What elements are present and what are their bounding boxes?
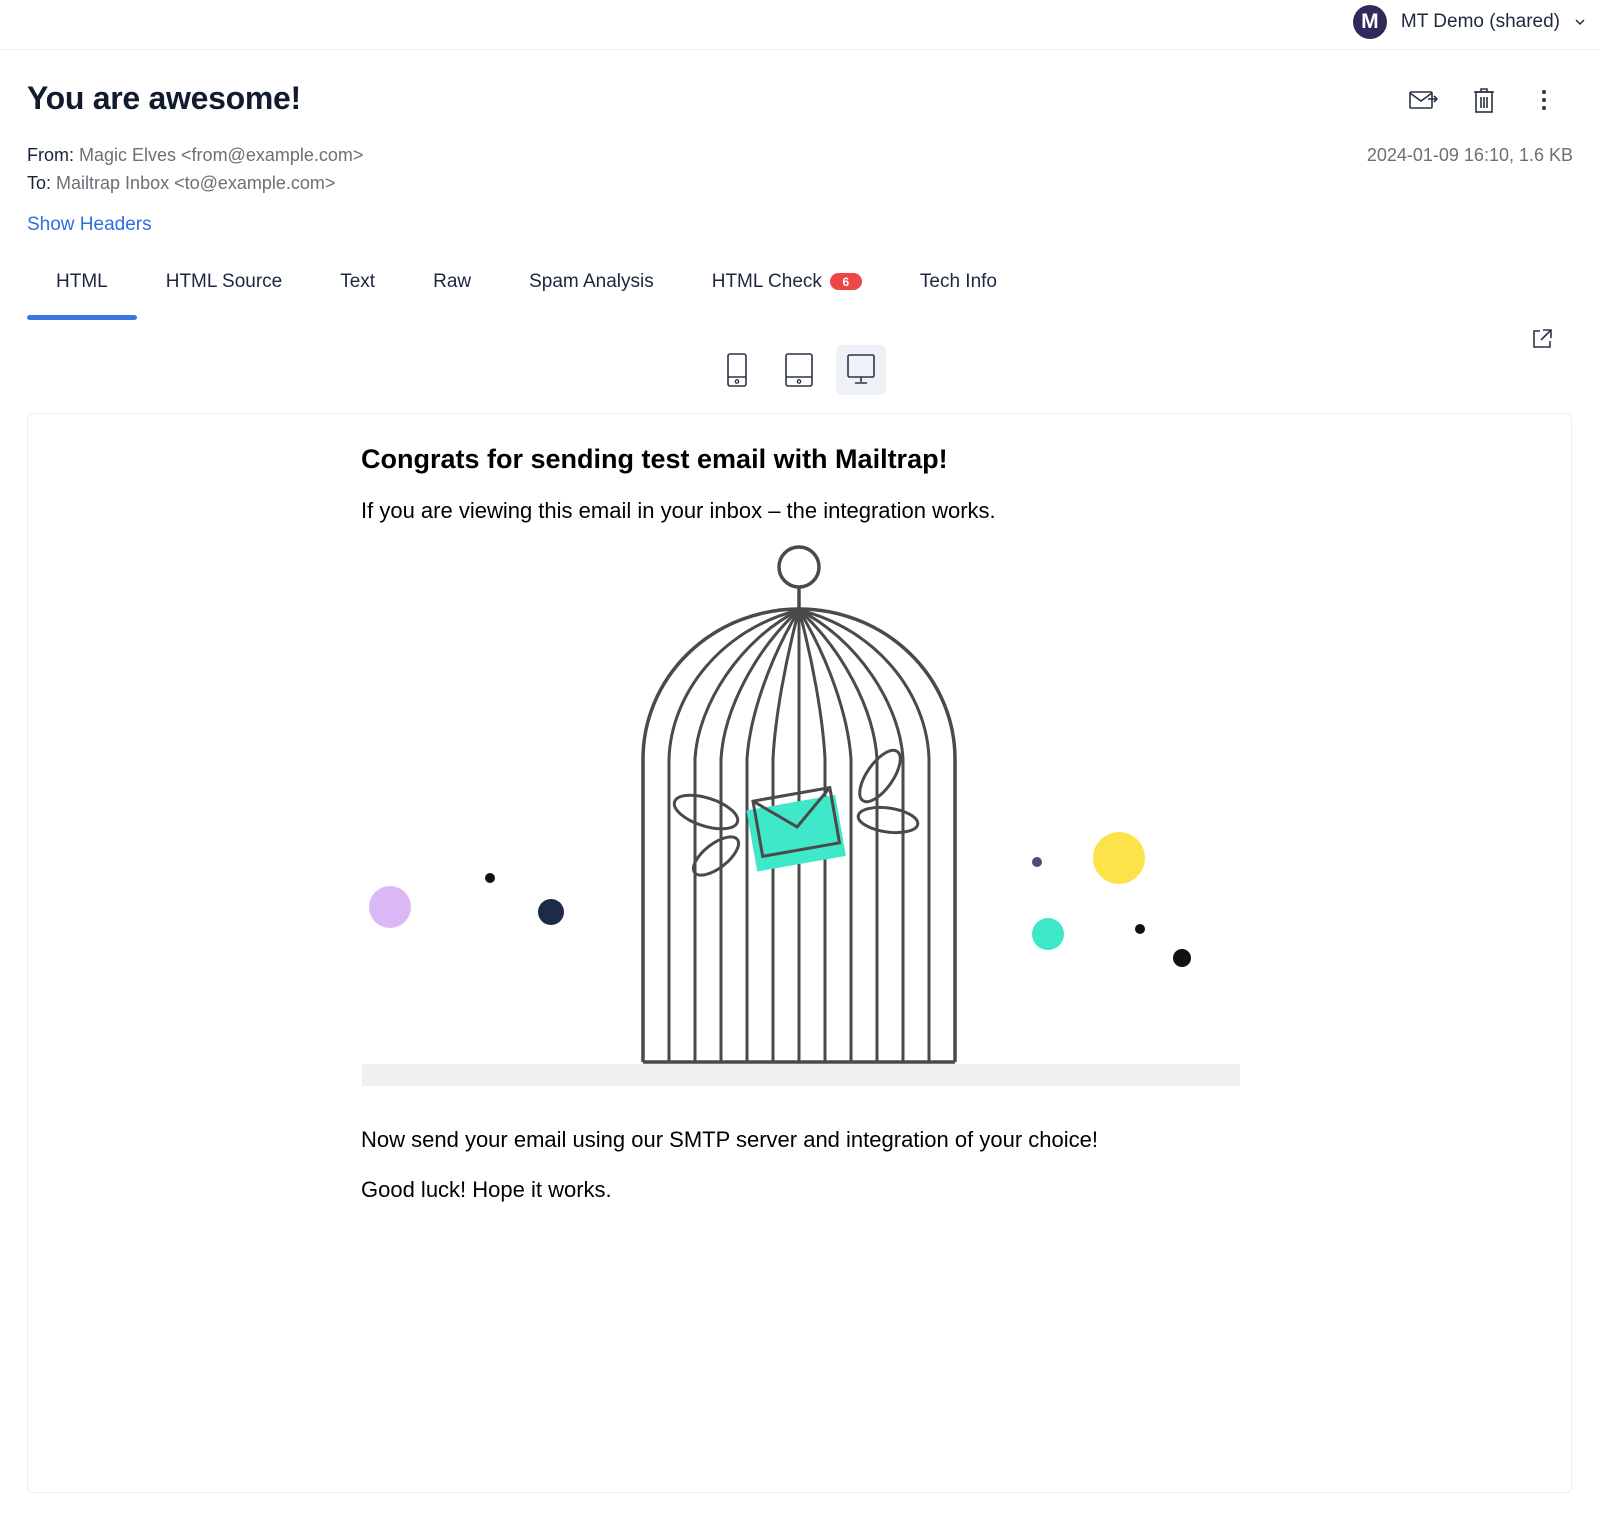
message-actions — [1408, 84, 1560, 116]
more-vertical-icon — [1542, 90, 1546, 110]
tab-label: HTML Source — [165, 271, 283, 292]
tab-label: HTML Check — [711, 271, 822, 292]
top-bar: M MT Demo (shared) — [0, 0, 1600, 50]
tab-html-source[interactable]: HTML Source — [137, 260, 312, 320]
tablet-icon — [785, 353, 813, 387]
to-value: Mailtrap Inbox <to@example.com> — [56, 173, 336, 193]
bird-cage-illustration — [362, 545, 1240, 1086]
email-subject: You are awesome! — [27, 80, 301, 116]
account-name: MT Demo (shared) — [1400, 11, 1560, 32]
html-check-count-badge: 6 — [829, 273, 862, 290]
preview-device-switcher — [712, 345, 886, 395]
trash-icon — [1474, 88, 1494, 113]
tab-tech-info[interactable]: Tech Info — [891, 260, 1026, 320]
email-preview-frame: Congrats for sending test email with Mai… — [27, 413, 1572, 1493]
tab-html-check[interactable]: HTML Check 6 — [683, 260, 891, 320]
date-size: 2024-01-09 16:10, 1.6 KB — [1366, 145, 1573, 165]
message-tabs: HTML HTML Source Text Raw Spam Analysis … — [27, 260, 1026, 320]
tab-label: Spam Analysis — [529, 271, 654, 292]
mobile-preview-button[interactable] — [712, 345, 762, 395]
tab-label: Tech Info — [919, 271, 997, 292]
tab-raw[interactable]: Raw — [404, 260, 500, 320]
email-paragraph: Now send your email using our SMTP serve… — [361, 1127, 1098, 1152]
from-label: From: — [27, 145, 74, 165]
tablet-preview-button[interactable] — [774, 345, 824, 395]
delete-button[interactable] — [1468, 84, 1500, 116]
from-line: From: Magic Elves <from@example.com> — [27, 145, 363, 166]
email-paragraph: Good luck! Hope it works. — [361, 1177, 612, 1202]
chevron-down-icon — [1575, 19, 1585, 26]
tab-label: Raw — [433, 271, 472, 292]
tab-text[interactable]: Text — [311, 260, 404, 320]
avatar: M — [1352, 5, 1387, 39]
external-link-icon — [1533, 329, 1552, 348]
show-headers-link[interactable]: Show Headers — [27, 214, 152, 236]
email-paragraph: If you are viewing this email in your in… — [361, 498, 996, 523]
desktop-icon — [847, 354, 875, 384]
desktop-preview-button[interactable] — [836, 345, 886, 395]
tab-label: HTML — [56, 271, 108, 292]
forward-mail-icon — [1409, 91, 1439, 109]
to-line: To: Mailtrap Inbox <to@example.com> — [27, 173, 335, 194]
open-in-new-window-button[interactable] — [1530, 327, 1556, 353]
tab-spam-analysis[interactable]: Spam Analysis — [500, 260, 683, 320]
more-button[interactable] — [1528, 84, 1560, 116]
account-switcher[interactable]: M MT Demo (shared) — [1352, 4, 1586, 40]
to-label: To: — [27, 173, 52, 193]
mobile-icon — [727, 353, 747, 387]
tab-label: Text — [340, 271, 376, 292]
tab-html[interactable]: HTML — [27, 260, 137, 320]
forward-button[interactable] — [1408, 84, 1440, 116]
email-heading: Congrats for sending test email with Mai… — [361, 444, 948, 474]
from-value: Magic Elves <from@example.com> — [79, 145, 364, 165]
